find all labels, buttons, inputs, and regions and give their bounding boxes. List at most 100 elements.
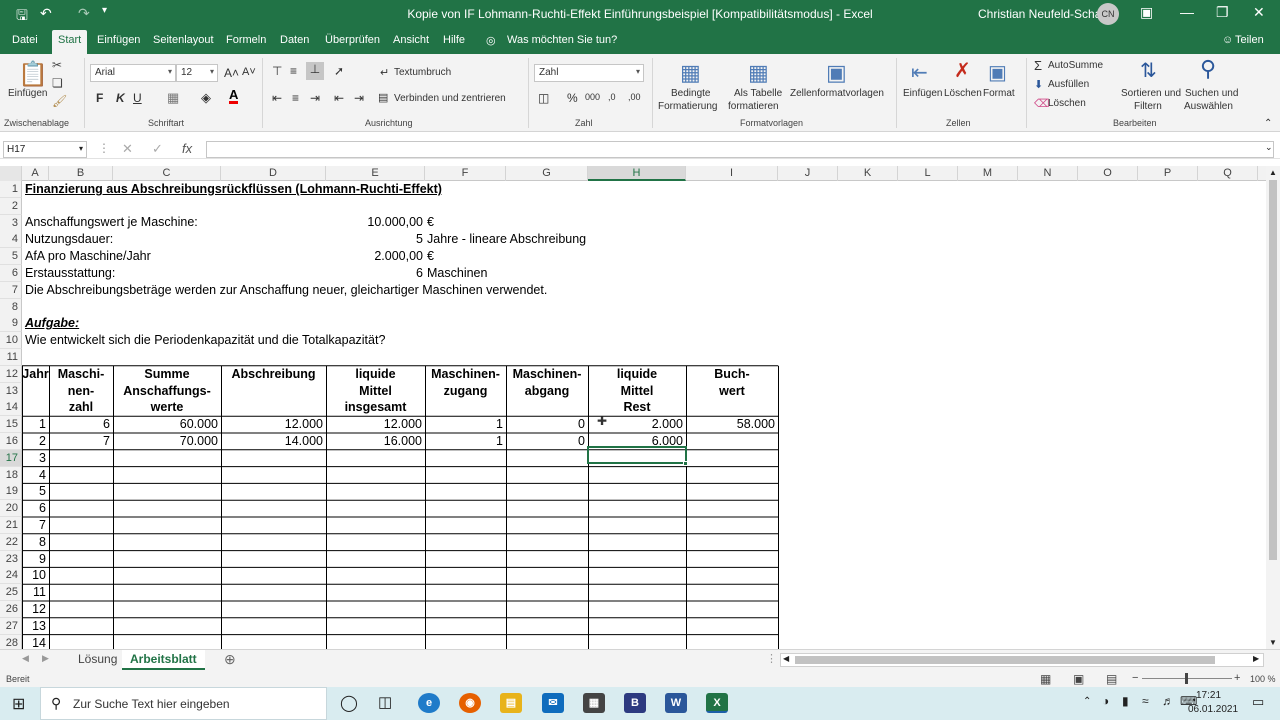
param-unit[interactable]: € [427,214,434,230]
cortana-icon[interactable]: ◯ [340,693,358,713]
param-value[interactable]: 2.000,00 [326,248,423,264]
collapse-ribbon-icon[interactable]: ⌃ [1264,118,1272,129]
tab-prev-icon[interactable]: ◀ [22,653,29,664]
table-header[interactable]: Abschreibung [221,366,326,383]
task-view-icon[interactable]: ◫ [378,693,392,711]
tab-hilfe[interactable]: Hilfe [443,34,465,46]
table-cell[interactable]: 2 [22,433,46,449]
tell-me-search[interactable]: Was möchten Sie tun? [507,34,617,46]
tab-ueberpruefen[interactable]: Überprüfen [325,34,380,46]
param-value[interactable]: 5 [326,231,423,247]
select-all-corner[interactable] [0,166,22,181]
align-left-icon[interactable]: ⇤ [272,91,282,105]
decrease-indent-icon[interactable]: ⇤ [334,91,344,105]
close-icon[interactable]: ✕ [1253,4,1265,21]
table-header[interactable]: Mittel [588,383,686,400]
align-center-icon[interactable]: ≡ [292,91,299,105]
battery-icon[interactable]: ▮ [1122,694,1129,708]
column-header[interactable]: C [113,166,221,181]
sort-filter-label-2[interactable]: Filtern [1134,101,1162,112]
cut-icon[interactable]: ✂ [52,58,62,72]
percent-icon[interactable]: % [567,91,578,105]
word-icon[interactable]: W [665,693,687,713]
autosum-icon[interactable]: Σ [1034,58,1042,73]
column-header[interactable]: O [1078,166,1138,181]
tab-seitenlayout[interactable]: Seitenlayout [153,34,214,46]
scroll-right-icon[interactable]: ▶ [1253,654,1259,663]
table-cell[interactable]: 12.000 [221,416,323,432]
copy-icon[interactable]: ❏ [52,76,63,90]
table-header[interactable]: Maschi- [49,366,113,383]
edge-icon[interactable]: e [418,693,440,713]
wifi-icon[interactable]: ≈ [1142,694,1149,708]
windows-start-icon[interactable]: ⊞ [12,694,25,714]
wrap-text-button[interactable]: Textumbruch [394,67,451,78]
column-header[interactable]: G [506,166,588,181]
store-icon[interactable]: ▦ [583,693,605,713]
taskbar-search[interactable]: ⚲ Zur Suche Text hier eingeben [40,687,327,720]
align-top-icon[interactable]: ⊤ [272,64,282,78]
table-header[interactable]: nen- [49,383,113,400]
align-bottom-icon[interactable]: ⊥ [306,62,324,80]
row-header[interactable]: 12 [0,365,22,383]
row-header[interactable]: 28 [0,634,22,649]
table-cell[interactable]: 0 [506,416,585,432]
italic-icon[interactable]: K [116,91,125,105]
tab-daten[interactable]: Daten [280,34,309,46]
orientation-icon[interactable]: ➚ [334,64,344,78]
grow-font-icon[interactable]: A˄ [224,66,239,80]
table-header[interactable]: werte [113,399,221,416]
page-layout-view-icon[interactable]: ▣ [1073,672,1084,686]
task-text[interactable]: Wie entwickelt sich die Periodenkapazitä… [25,332,385,348]
row-header[interactable]: 11 [0,349,22,366]
table-cell[interactable]: 3 [22,450,46,466]
row-header[interactable]: 6 [0,265,22,282]
file-explorer-icon[interactable]: ▤ [500,693,522,713]
align-middle-icon[interactable]: ≡ [290,64,297,78]
thousands-icon[interactable]: 000 [585,92,600,102]
table-cell[interactable]: 8 [22,534,46,550]
row-header[interactable]: 7 [0,281,22,299]
conditional-format-label-2[interactable]: Formatierung [658,101,717,112]
clock-date[interactable]: 06.01.2021 [1188,704,1238,715]
table-header[interactable]: Jahr [22,366,49,383]
enter-icon[interactable]: ✓ [152,141,163,157]
scroll-up-icon[interactable]: ▲ [1269,168,1277,177]
row-header[interactable]: 15 [0,416,22,434]
param-unit[interactable]: € [427,248,434,264]
zoom-out-icon[interactable]: − [1132,672,1138,684]
wrap-icon[interactable]: ↵ [380,66,389,79]
sheet-tab-arbeitsblatt[interactable]: Arbeitsblatt [122,650,205,670]
user-name[interactable]: Christian Neufeld-Schach [978,7,1114,21]
vertical-scrollbar[interactable]: ▲ ▼ [1266,166,1280,649]
row-header[interactable]: 27 [0,617,22,635]
scroll-down-icon[interactable]: ▼ [1269,638,1277,647]
param-unit[interactable]: Jahre - lineare Abschreibung [427,231,586,247]
format-cells-button[interactable]: Format [983,88,1015,99]
row-header[interactable]: 24 [0,567,22,585]
table-header[interactable]: liquide [326,366,425,383]
autosum-button[interactable]: AutoSumme [1048,60,1103,71]
cell-styles-icon[interactable]: ▣ [826,60,847,86]
param-label[interactable]: AfA pro Maschine/Jahr [25,248,151,264]
format-as-table-label-2[interactable]: formatieren [728,101,779,112]
align-right-icon[interactable]: ⇥ [310,91,320,105]
row-header[interactable]: 13 [0,382,22,400]
horizontal-scrollbar[interactable]: ◀ ▶ [780,653,1264,667]
fill-icon[interactable]: ⬇ [1034,78,1043,91]
row-header[interactable]: 5 [0,248,22,266]
table-cell[interactable]: 5 [22,483,46,499]
formula-input[interactable] [206,141,1274,158]
table-cell[interactable]: 12 [22,601,46,617]
table-cell[interactable]: 10 [22,567,46,583]
add-sheet-icon[interactable]: ⊕ [224,651,236,668]
table-cell[interactable]: 0 [506,433,585,449]
row-header[interactable]: 19 [0,483,22,501]
row-header[interactable]: 23 [0,550,22,568]
search-icon[interactable]: ⚲ [1200,56,1216,82]
row-header[interactable]: 4 [0,231,22,249]
excel-icon[interactable]: X [706,693,728,713]
row-header[interactable]: 10 [0,332,22,350]
table-cell[interactable]: 14 [22,635,46,649]
fill-handle[interactable] [683,461,688,466]
